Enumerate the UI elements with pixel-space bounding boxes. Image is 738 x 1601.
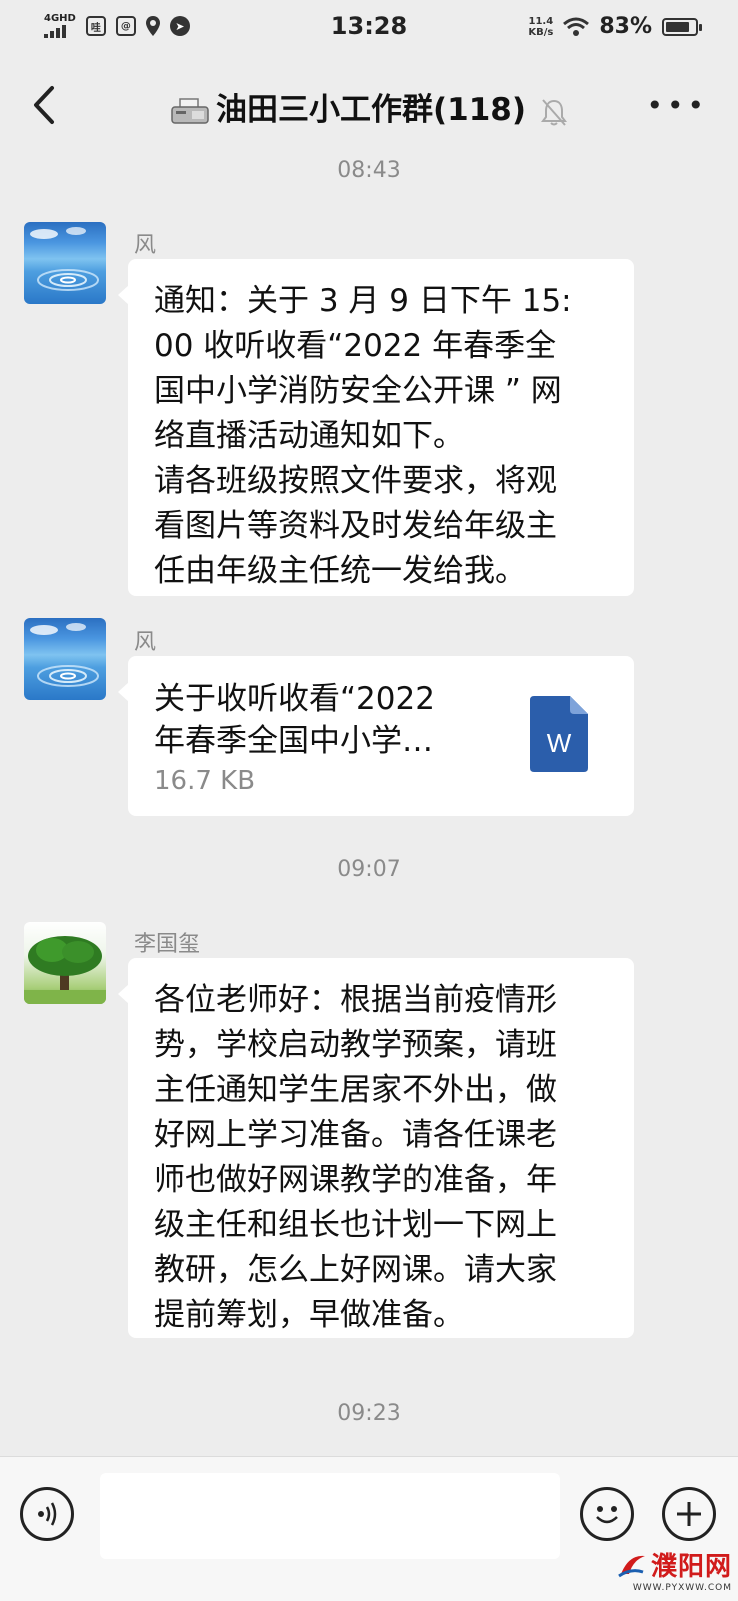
battery-percent: 83% [599, 14, 652, 39]
smiley-glyph [596, 1506, 618, 1524]
speed-unit: KB/s [528, 26, 554, 38]
avatar[interactable] [24, 922, 106, 1004]
timestamp: 08:43 [337, 158, 401, 183]
message-bubble[interactable]: 各位老师好：根据当前疫情形 势，学校启动教学预案，请班 主任通知学生居家不外出，… [118, 958, 634, 1338]
file-name-line-2: 年春季全国中小学… [154, 723, 433, 759]
timestamp: 09:07 [337, 857, 401, 882]
file-name-line-1: 关于收听收看“2022 [154, 681, 435, 717]
sender-name: 风 [134, 630, 157, 655]
message-text: 各位老师好：根据当前疫情形 势，学校启动教学预案，请班 主任通知学生居家不外出，… [154, 982, 557, 1333]
more-icon[interactable]: ••• [646, 92, 708, 120]
fax-icon [171, 97, 209, 124]
input-bar: 濮阳网 WWW.PYXWW.COM [0, 1456, 738, 1601]
message-bubble[interactable]: 通知：关于 3 月 9 日下午 15: 00 收听收看“2022 年春季全 国中… [118, 259, 634, 596]
message-input[interactable] [100, 1473, 560, 1559]
emoji-icon[interactable] [580, 1487, 634, 1541]
watermark-logo-icon [618, 1555, 645, 1577]
file-name: 关于收听收看“2022 年春季全国中小学… [154, 678, 474, 762]
chat-title: 油田三小工作群(118) [215, 92, 527, 128]
sender-name: 李国玺 [134, 932, 201, 957]
wifi-icon [563, 17, 590, 36]
message-text: 通知：关于 3 月 9 日下午 15: 00 收听收看“2022 年春季全 国中… [154, 283, 572, 589]
battery-icon [662, 17, 702, 36]
timestamp: 09:23 [337, 1401, 401, 1426]
chat-header: 油田三小工作群(118) ••• [0, 62, 738, 148]
speed-value: 11.4 [528, 15, 554, 27]
avatar[interactable] [24, 222, 106, 304]
battery-fill [666, 21, 690, 32]
plus-icon[interactable] [662, 1487, 716, 1541]
mute-bell-icon [541, 98, 568, 126]
file-size: 16.7 KB [154, 766, 256, 796]
chat-title-row[interactable]: 油田三小工作群(118) [0, 84, 738, 129]
word-badge: W [547, 728, 572, 758]
water-ripple-image [30, 623, 99, 687]
avatar[interactable] [24, 618, 106, 700]
file-message-card[interactable]: 关于收听收看“2022 年春季全国中小学… 16.7 KB W [118, 656, 634, 816]
status-right-icons: 11.4 KB/s 83% [528, 14, 702, 39]
voice-icon[interactable] [20, 1487, 74, 1541]
tree-image [24, 936, 106, 1004]
watermark-url: WWW.PYXWW.COM [632, 1583, 732, 1593]
voice-waves-glyph [38, 1502, 57, 1526]
status-bar: 4GHD 哇 @ ➤ 13:28 11.4 KB/s 83% [0, 0, 738, 58]
sender-name: 风 [134, 233, 157, 258]
plus-glyph [677, 1502, 701, 1526]
watermark-name: 濮阳网 [650, 1552, 732, 1582]
network-speed: 11.4 KB/s [528, 16, 553, 38]
word-document-icon: W [530, 696, 588, 772]
watermark: 濮阳网 WWW.PYXWW.COM [617, 1546, 732, 1593]
water-ripple-image [30, 227, 99, 291]
